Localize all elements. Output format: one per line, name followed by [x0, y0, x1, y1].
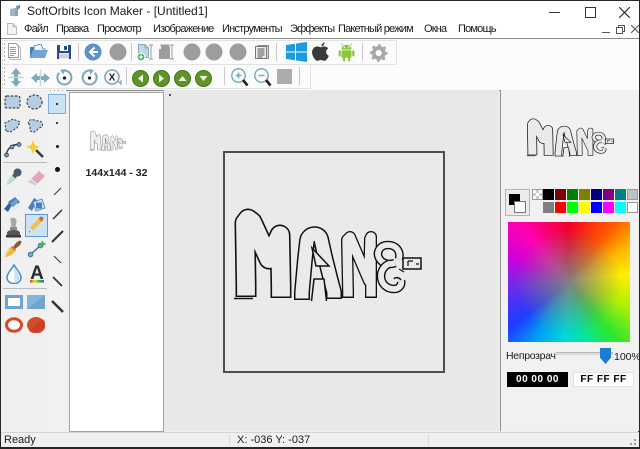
svg-text:X: X — [109, 73, 116, 84]
